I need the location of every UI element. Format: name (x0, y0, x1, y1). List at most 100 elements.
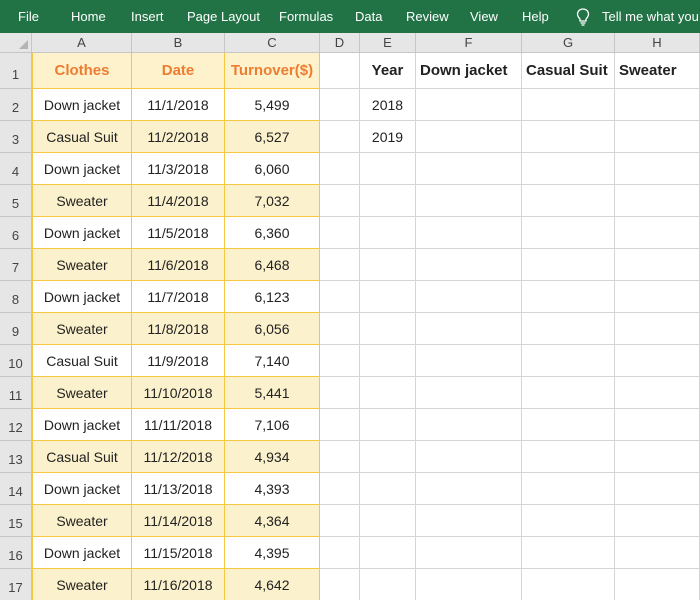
menu-help[interactable]: Help (522, 0, 549, 33)
cell-d8[interactable] (320, 281, 360, 313)
select-all-corner[interactable] (0, 33, 32, 53)
cell-h4[interactable] (615, 153, 700, 185)
table-cell-clothes[interactable]: Casual Suit (32, 345, 132, 377)
table-cell-clothes[interactable]: Casual Suit (32, 441, 132, 473)
table-header-clothes[interactable]: Clothes (32, 53, 132, 89)
cell-f11[interactable] (416, 377, 522, 409)
cell-e10[interactable] (360, 345, 416, 377)
column-header-b[interactable]: B (132, 33, 225, 53)
cell-d6[interactable] (320, 217, 360, 249)
cell-e6[interactable] (360, 217, 416, 249)
cell-d11[interactable] (320, 377, 360, 409)
cell-d16[interactable] (320, 537, 360, 569)
cell-h3[interactable] (615, 121, 700, 153)
cell-d13[interactable] (320, 441, 360, 473)
table-cell-turnover[interactable]: 5,499 (225, 89, 320, 121)
table-cell-turnover[interactable]: 6,060 (225, 153, 320, 185)
menu-insert[interactable]: Insert (131, 0, 164, 33)
table-cell-date[interactable]: 11/4/2018 (132, 185, 225, 217)
cell-h5[interactable] (615, 185, 700, 217)
column-header-d[interactable]: D (320, 33, 360, 53)
cell-d4[interactable] (320, 153, 360, 185)
table-cell-turnover[interactable]: 7,140 (225, 345, 320, 377)
row-header-1[interactable]: 1 (0, 53, 32, 89)
cell-g13[interactable] (522, 441, 615, 473)
cell-h11[interactable] (615, 377, 700, 409)
cell-g16[interactable] (522, 537, 615, 569)
cell-h8[interactable] (615, 281, 700, 313)
table-cell-date[interactable]: 11/16/2018 (132, 569, 225, 600)
cell-g14[interactable] (522, 473, 615, 505)
row-header-10[interactable]: 10 (0, 345, 32, 377)
cell-f17[interactable] (416, 569, 522, 600)
cell-g12[interactable] (522, 409, 615, 441)
row-header-8[interactable]: 8 (0, 281, 32, 313)
row-header-7[interactable]: 7 (0, 249, 32, 281)
menu-review[interactable]: Review (406, 0, 449, 33)
cell-e5[interactable] (360, 185, 416, 217)
table-cell-date[interactable]: 11/8/2018 (132, 313, 225, 345)
cell-h10[interactable] (615, 345, 700, 377)
table-cell-clothes[interactable]: Down jacket (32, 153, 132, 185)
table-cell-date[interactable]: 11/15/2018 (132, 537, 225, 569)
cell-h2[interactable] (615, 89, 700, 121)
cell-e8[interactable] (360, 281, 416, 313)
table-cell-clothes[interactable]: Sweater (32, 185, 132, 217)
cell-g6[interactable] (522, 217, 615, 249)
table-cell-date[interactable]: 11/7/2018 (132, 281, 225, 313)
cell-g7[interactable] (522, 249, 615, 281)
table-cell-date[interactable]: 11/6/2018 (132, 249, 225, 281)
cell-f3[interactable] (416, 121, 522, 153)
row-header-11[interactable]: 11 (0, 377, 32, 409)
table-header-turnover[interactable]: Turnover($) (225, 53, 320, 89)
table-cell-turnover[interactable]: 4,395 (225, 537, 320, 569)
row-header-12[interactable]: 12 (0, 409, 32, 441)
cell-h15[interactable] (615, 505, 700, 537)
table-cell-turnover[interactable]: 7,106 (225, 409, 320, 441)
menu-page-layout[interactable]: Page Layout (187, 0, 260, 33)
summary-year-0[interactable]: 2018 (360, 89, 416, 121)
cell-e9[interactable] (360, 313, 416, 345)
menu-view[interactable]: View (470, 0, 498, 33)
menu-data[interactable]: Data (355, 0, 382, 33)
cell-g2[interactable] (522, 89, 615, 121)
summary-header-2[interactable]: Casual Suit (522, 53, 615, 89)
table-cell-turnover[interactable]: 4,364 (225, 505, 320, 537)
cell-g3[interactable] (522, 121, 615, 153)
cell-d2[interactable] (320, 89, 360, 121)
cell-g17[interactable] (522, 569, 615, 600)
table-cell-clothes[interactable]: Sweater (32, 377, 132, 409)
summary-header-3[interactable]: Sweater (615, 53, 700, 89)
cell-f13[interactable] (416, 441, 522, 473)
cell-d5[interactable] (320, 185, 360, 217)
cell-e13[interactable] (360, 441, 416, 473)
cell-e11[interactable] (360, 377, 416, 409)
table-cell-date[interactable]: 11/3/2018 (132, 153, 225, 185)
table-cell-clothes[interactable]: Sweater (32, 505, 132, 537)
row-header-4[interactable]: 4 (0, 153, 32, 185)
cell-f2[interactable] (416, 89, 522, 121)
row-header-6[interactable]: 6 (0, 217, 32, 249)
row-header-5[interactable]: 5 (0, 185, 32, 217)
cell-g4[interactable] (522, 153, 615, 185)
cell-d14[interactable] (320, 473, 360, 505)
cell-f5[interactable] (416, 185, 522, 217)
table-cell-turnover[interactable]: 4,642 (225, 569, 320, 600)
row-header-15[interactable]: 15 (0, 505, 32, 537)
cell-f7[interactable] (416, 249, 522, 281)
cell-h7[interactable] (615, 249, 700, 281)
cell-f10[interactable] (416, 345, 522, 377)
cell-g11[interactable] (522, 377, 615, 409)
table-cell-turnover[interactable]: 7,032 (225, 185, 320, 217)
table-cell-date[interactable]: 11/14/2018 (132, 505, 225, 537)
cell-g8[interactable] (522, 281, 615, 313)
summary-year-1[interactable]: 2019 (360, 121, 416, 153)
table-cell-clothes[interactable]: Down jacket (32, 89, 132, 121)
cell-d9[interactable] (320, 313, 360, 345)
menu-home[interactable]: Home (71, 0, 106, 33)
column-header-g[interactable]: G (522, 33, 615, 53)
column-header-h[interactable]: H (615, 33, 700, 53)
table-cell-turnover[interactable]: 6,056 (225, 313, 320, 345)
cell-h13[interactable] (615, 441, 700, 473)
table-cell-clothes[interactable]: Sweater (32, 569, 132, 600)
